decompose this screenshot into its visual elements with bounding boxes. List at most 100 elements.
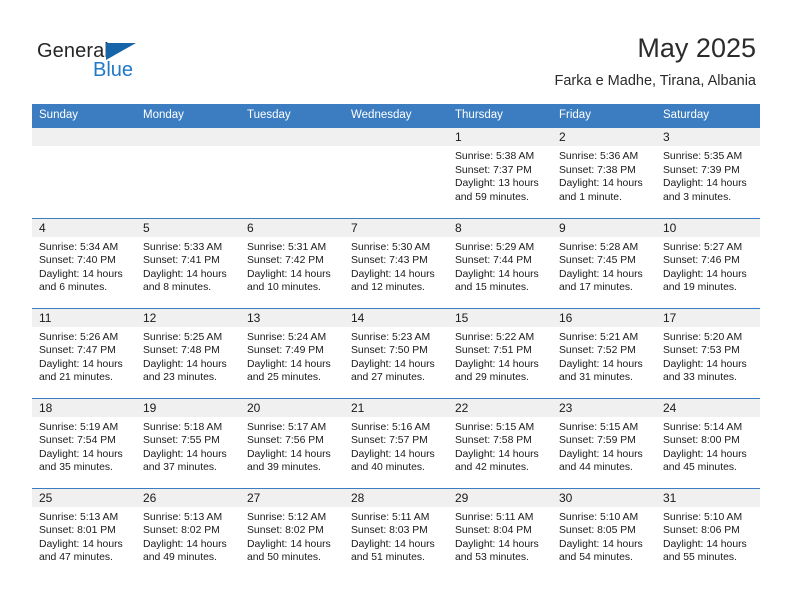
- weekday-header-sunday: Sunday: [32, 104, 136, 128]
- calendar-day-cell[interactable]: 2 Sunrise: 5:36 AM Sunset: 7:38 PM Daylight…: [552, 128, 656, 218]
- calendar-day-cell[interactable]: 28 Sunrise: 5:11 AM Sunset: 8:03 PM Dayligh…: [344, 487, 448, 578]
- daylight-text-line1: Daylight: 14 hours: [39, 448, 123, 460]
- daylight-text-line2: and 1 minute.: [559, 191, 622, 203]
- daylight-text-line1: Daylight: 14 hours: [455, 358, 539, 370]
- daylight-text-line2: and 17 minutes.: [559, 282, 633, 294]
- sunrise-text: Sunrise: 5:25 AM: [143, 331, 223, 343]
- calendar-day-cell[interactable]: 24 Sunrise: 5:14 AM Sunset: 8:00 PM Dayligh…: [656, 397, 760, 488]
- calendar-day-cell[interactable]: 29 Sunrise: 5:11 AM Sunset: 8:04 PM Dayligh…: [448, 487, 552, 578]
- calendar-day-cell[interactable]: 5 Sunrise: 5:33 AM Sunset: 7:41 PM Daylight…: [136, 217, 240, 308]
- sunset-text: Sunset: 7:49 PM: [247, 345, 324, 357]
- day-number: 12: [136, 308, 240, 327]
- weekday-header-friday: Friday: [552, 104, 656, 128]
- calendar-day-cell[interactable]: 18 Sunrise: 5:19 AM Sunset: 7:54 PM Dayligh…: [32, 397, 136, 488]
- sunset-text: Sunset: 7:40 PM: [39, 255, 116, 267]
- day-details: Sunrise: 5:38 AM Sunset: 7:37 PM Daylight:…: [448, 146, 552, 204]
- day-number: 2: [552, 128, 656, 146]
- day-details: Sunrise: 5:22 AM Sunset: 7:51 PM Daylight:…: [448, 327, 552, 385]
- daylight-text-line1: Daylight: 14 hours: [351, 268, 435, 280]
- calendar-day-cell[interactable]: 10 Sunrise: 5:27 AM Sunset: 7:46 PM Dayligh…: [656, 217, 760, 308]
- sunrise-text: Sunrise: 5:38 AM: [455, 151, 535, 162]
- day-details: Sunrise: 5:29 AM Sunset: 7:44 PM Daylight:…: [448, 237, 552, 295]
- daylight-text-line1: Daylight: 14 hours: [663, 538, 747, 550]
- sunrise-text: Sunrise: 5:18 AM: [143, 421, 223, 433]
- calendar-day-cell[interactable]: 1 Sunrise: 5:38 AM Sunset: 7:37 PM Daylight…: [448, 128, 552, 218]
- daylight-text-line2: and 25 minutes.: [247, 372, 321, 384]
- calendar-day-cell[interactable]: 6 Sunrise: 5:31 AM Sunset: 7:42 PM Daylight…: [240, 217, 344, 308]
- daylight-text-line1: Daylight: 14 hours: [663, 358, 747, 370]
- day-details: Sunrise: 5:10 AM Sunset: 8:06 PM Daylight:…: [656, 507, 760, 565]
- day-number: 19: [136, 398, 240, 417]
- calendar-day-cell[interactable]: 17 Sunrise: 5:20 AM Sunset: 7:53 PM Dayligh…: [656, 307, 760, 398]
- calendar-day-cell[interactable]: 12 Sunrise: 5:25 AM Sunset: 7:48 PM Dayligh…: [136, 307, 240, 398]
- calendar-day-cell[interactable]: 27 Sunrise: 5:12 AM Sunset: 8:02 PM Dayligh…: [240, 487, 344, 578]
- calendar-day-cell[interactable]: 23 Sunrise: 5:15 AM Sunset: 7:59 PM Dayligh…: [552, 397, 656, 488]
- day-number: 16: [552, 308, 656, 327]
- sunrise-text: Sunrise: 5:28 AM: [559, 241, 639, 253]
- calendar-week-row: 18 Sunrise: 5:19 AM Sunset: 7:54 PM Dayligh…: [32, 397, 760, 488]
- sunset-text: Sunset: 7:45 PM: [559, 255, 636, 267]
- calendar-day-cell[interactable]: 22 Sunrise: 5:15 AM Sunset: 7:58 PM Dayligh…: [448, 397, 552, 488]
- sunset-text: Sunset: 7:44 PM: [455, 255, 532, 267]
- daylight-text-line1: Daylight: 14 hours: [247, 538, 331, 550]
- general-blue-logo[interactable]: General Blue: [37, 40, 157, 84]
- calendar-body: 1 Sunrise: 5:38 AM Sunset: 7:37 PM Daylight…: [32, 128, 760, 578]
- day-details: Sunrise: 5:15 AM Sunset: 7:58 PM Daylight:…: [448, 417, 552, 475]
- sunset-text: Sunset: 8:01 PM: [39, 525, 116, 537]
- weekday-headers: Sunday Monday Tuesday Wednesday Thursday Frid…: [32, 104, 760, 128]
- calendar-day-cell[interactable]: 25 Sunrise: 5:13 AM Sunset: 8:01 PM Dayligh…: [32, 487, 136, 578]
- day-number: 18: [32, 398, 136, 417]
- daylight-text-line2: and 47 minutes.: [39, 552, 113, 564]
- day-number: 8: [448, 218, 552, 237]
- sunrise-text: Sunrise: 5:16 AM: [351, 421, 431, 433]
- day-number: [240, 128, 344, 146]
- calendar-day-cell[interactable]: 19 Sunrise: 5:18 AM Sunset: 7:55 PM Dayligh…: [136, 397, 240, 488]
- calendar-day-cell[interactable]: 30 Sunrise: 5:10 AM Sunset: 8:05 PM Dayligh…: [552, 487, 656, 578]
- calendar-day-cell[interactable]: 9 Sunrise: 5:28 AM Sunset: 7:45 PM Daylight…: [552, 217, 656, 308]
- daylight-text-line1: Daylight: 14 hours: [39, 538, 123, 550]
- daylight-text-line2: and 29 minutes.: [455, 372, 529, 384]
- sunset-text: Sunset: 7:37 PM: [455, 164, 532, 176]
- calendar-day-cell[interactable]: 11 Sunrise: 5:26 AM Sunset: 7:47 PM Dayligh…: [32, 307, 136, 398]
- calendar-day-cell[interactable]: 7 Sunrise: 5:30 AM Sunset: 7:43 PM Daylight…: [344, 217, 448, 308]
- daylight-text-line1: Daylight: 14 hours: [247, 268, 331, 280]
- sunset-text: Sunset: 7:54 PM: [39, 435, 116, 447]
- daylight-text-line2: and 12 minutes.: [351, 282, 425, 294]
- day-details: Sunrise: 5:24 AM Sunset: 7:49 PM Daylight:…: [240, 327, 344, 385]
- daylight-text-line2: and 55 minutes.: [663, 552, 737, 564]
- day-number: 22: [448, 398, 552, 417]
- day-number: 11: [32, 308, 136, 327]
- daylight-text-line2: and 8 minutes.: [143, 282, 212, 294]
- calendar-day-cell[interactable]: 16 Sunrise: 5:21 AM Sunset: 7:52 PM Dayligh…: [552, 307, 656, 398]
- page-header: General Blue May 2025 Farka e Madhe, Tir…: [0, 0, 792, 104]
- calendar-header-row: Sunday Monday Tuesday Wednesday Thursday Frid…: [32, 104, 760, 128]
- day-details: Sunrise: 5:28 AM Sunset: 7:45 PM Daylight:…: [552, 237, 656, 295]
- daylight-text-line1: Daylight: 14 hours: [559, 268, 643, 280]
- day-details: Sunrise: 5:34 AM Sunset: 7:40 PM Daylight:…: [32, 237, 136, 295]
- calendar-day-cell[interactable]: 31 Sunrise: 5:10 AM Sunset: 8:06 PM Dayligh…: [656, 487, 760, 578]
- calendar-day-cell[interactable]: 4 Sunrise: 5:34 AM Sunset: 7:40 PM Daylight…: [32, 217, 136, 308]
- day-number: 31: [656, 488, 760, 507]
- sunrise-text: Sunrise: 5:21 AM: [559, 331, 639, 343]
- calendar-day-cell[interactable]: 3 Sunrise: 5:35 AM Sunset: 7:39 PM Daylight…: [656, 128, 760, 218]
- sunrise-text: Sunrise: 5:26 AM: [39, 331, 119, 343]
- daylight-text-line1: Daylight: 14 hours: [143, 268, 227, 280]
- daylight-text-line1: Daylight: 14 hours: [559, 178, 643, 190]
- day-details: Sunrise: 5:15 AM Sunset: 7:59 PM Daylight:…: [552, 417, 656, 475]
- calendar-week-row: 11 Sunrise: 5:26 AM Sunset: 7:47 PM Dayligh…: [32, 307, 760, 398]
- day-details: Sunrise: 5:23 AM Sunset: 7:50 PM Daylight:…: [344, 327, 448, 385]
- calendar-day-cell[interactable]: 14 Sunrise: 5:23 AM Sunset: 7:50 PM Dayligh…: [344, 307, 448, 398]
- sunset-text: Sunset: 7:50 PM: [351, 345, 428, 357]
- calendar-day-cell[interactable]: 15 Sunrise: 5:22 AM Sunset: 7:51 PM Dayligh…: [448, 307, 552, 398]
- day-details: Sunrise: 5:31 AM Sunset: 7:42 PM Daylight:…: [240, 237, 344, 295]
- calendar-day-cell[interactable]: 8 Sunrise: 5:29 AM Sunset: 7:44 PM Daylight…: [448, 217, 552, 308]
- day-number: 24: [656, 398, 760, 417]
- daylight-text-line2: and 45 minutes.: [663, 462, 737, 474]
- day-number: 3: [656, 128, 760, 146]
- calendar-day-cell[interactable]: 20 Sunrise: 5:17 AM Sunset: 7:56 PM Dayligh…: [240, 397, 344, 488]
- calendar-day-cell[interactable]: 26 Sunrise: 5:13 AM Sunset: 8:02 PM Dayligh…: [136, 487, 240, 578]
- calendar-day-cell[interactable]: 21 Sunrise: 5:16 AM Sunset: 7:57 PM Dayligh…: [344, 397, 448, 488]
- calendar-day-cell[interactable]: 13 Sunrise: 5:24 AM Sunset: 7:49 PM Dayligh…: [240, 307, 344, 398]
- daylight-text-line2: and 19 minutes.: [663, 282, 737, 294]
- daylight-text-line2: and 49 minutes.: [143, 552, 217, 564]
